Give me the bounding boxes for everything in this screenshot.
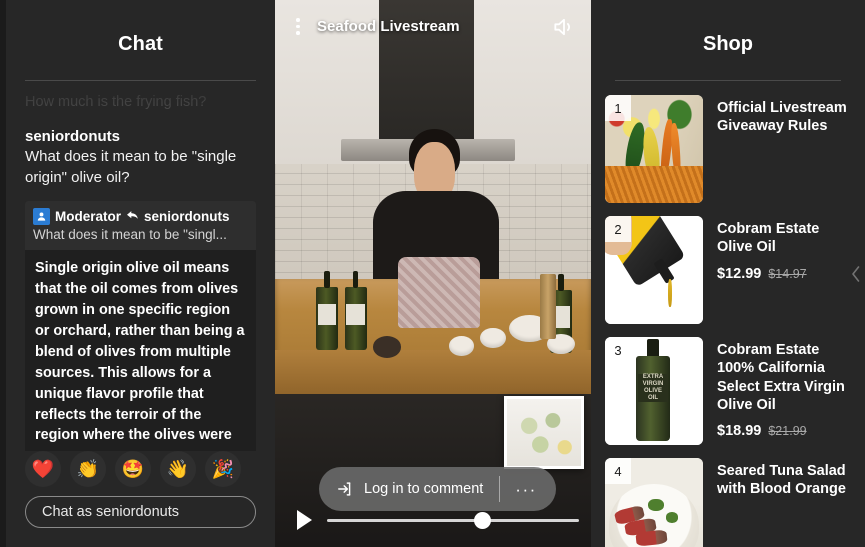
shop-item-info: Seared Tuna Salad with Blood Orange bbox=[717, 458, 851, 547]
livestream-shopping-app: Chat How much is the frying fish? senior… bbox=[0, 0, 865, 547]
reply-body-text: Single origin olive oil means that the o… bbox=[25, 250, 256, 452]
reply-arrow-icon bbox=[126, 210, 139, 223]
shop-item-number: 1 bbox=[605, 95, 631, 121]
chat-input[interactable] bbox=[25, 496, 256, 528]
shop-item-thumbnail: 3 EXTRA VIRGIN OLIVE OIL bbox=[605, 337, 703, 445]
bottle-label-text: EXTRA VIRGIN OLIVE OIL bbox=[638, 373, 668, 402]
shop-item-thumbnail: 1 FRESH bbox=[605, 95, 703, 203]
video-pip-thumbnail[interactable] bbox=[504, 396, 584, 469]
shop-item-info: Cobram Estate Olive Oil $12.99 $14.97 bbox=[717, 216, 851, 324]
shop-item-number: 2 bbox=[605, 216, 631, 242]
heart-eyes-reaction-icon[interactable]: 🤩 bbox=[115, 451, 151, 488]
login-icon bbox=[337, 480, 355, 498]
shop-item-price: $12.99 bbox=[717, 265, 762, 282]
moderator-reply-card: Moderator seniordonuts What does it mean… bbox=[25, 201, 256, 452]
video-title: Seafood Livestream bbox=[317, 18, 460, 35]
shop-item-name: Seared Tuna Salad with Blood Orange bbox=[717, 463, 846, 498]
shop-list-item[interactable]: 1 FRESH Official Livestream Giveaway Rul… bbox=[605, 95, 851, 203]
chevron-left-icon[interactable] bbox=[850, 264, 862, 284]
video-player[interactable]: Seafood Livestream Log in to comment ··· bbox=[275, 0, 591, 547]
reply-role-label: Moderator bbox=[55, 209, 122, 225]
shop-panel: Shop 1 FRESH Official Livestream Giveawa… bbox=[591, 0, 865, 547]
comment-button-label: Log in to comment bbox=[364, 481, 484, 497]
shop-item-price-row: $18.99 $21.99 bbox=[717, 423, 851, 439]
more-options-icon[interactable]: ··· bbox=[502, 481, 549, 498]
heart-reaction-icon[interactable]: ❤️ bbox=[25, 451, 61, 488]
shop-item-info: Cobram Estate 100% California Select Ext… bbox=[717, 337, 851, 445]
wave-reaction-icon[interactable]: 👋 bbox=[160, 451, 196, 488]
chat-panel: Chat How much is the frying fish? senior… bbox=[6, 0, 275, 547]
chat-message-text: What does it mean to be "single origin" … bbox=[25, 148, 237, 186]
shop-item-thumbnail: 4 bbox=[605, 458, 703, 547]
shop-list-item[interactable]: 3 EXTRA VIRGIN OLIVE OIL Cobram Estate 1… bbox=[605, 337, 851, 445]
shop-item-thumbnail: 2 bbox=[605, 216, 703, 324]
chat-panel-title: Chat bbox=[118, 33, 163, 55]
shop-panel-title: Shop bbox=[703, 33, 753, 55]
shop-list-item[interactable]: 2 Cobram Estate Olive Oil $12.99 $14.97 bbox=[605, 216, 851, 324]
shop-item-price-row: $12.99 $14.97 bbox=[717, 266, 851, 282]
shop-item-info: Official Livestream Giveaway Rules bbox=[717, 95, 851, 203]
play-icon[interactable] bbox=[297, 510, 312, 530]
shop-list-item[interactable]: 4 Seared Tuna Salad with Blood Orange bbox=[605, 458, 851, 547]
reply-quote-block: Moderator seniordonuts What does it mean… bbox=[25, 201, 256, 251]
chat-message: seniordonuts What does it mean to be "si… bbox=[25, 127, 256, 189]
shop-item-original-price: $21.99 bbox=[768, 424, 807, 439]
reply-quoted-snippet: What does it mean to be "singl... bbox=[33, 227, 227, 243]
pill-separator bbox=[499, 476, 501, 502]
log-in-to-comment-button[interactable]: Log in to comment ··· bbox=[319, 467, 556, 511]
video-top-bar: Seafood Livestream bbox=[275, 0, 591, 53]
shop-item-list: 1 FRESH Official Livestream Giveaway Rul… bbox=[591, 81, 865, 547]
shop-item-name: Cobram Estate 100% California Select Ext… bbox=[717, 342, 845, 413]
speaker-on-icon[interactable] bbox=[551, 14, 577, 40]
shop-item-number: 4 bbox=[605, 458, 631, 484]
reply-target-user: seniordonuts bbox=[144, 209, 230, 225]
chat-message-list[interactable]: How much is the frying fish? seniordonut… bbox=[6, 81, 275, 452]
chat-message-faded: How much is the frying fish? bbox=[25, 93, 207, 110]
video-progress-handle[interactable] bbox=[474, 512, 491, 529]
reply-header: Moderator seniordonuts bbox=[33, 208, 248, 226]
video-progress-bar[interactable] bbox=[327, 519, 579, 522]
shop-item-name: Cobram Estate Olive Oil bbox=[717, 221, 820, 256]
shop-item-original-price: $14.97 bbox=[768, 266, 807, 281]
party-popper-reaction-icon[interactable]: 🎉 bbox=[205, 451, 241, 488]
kebab-menu-icon[interactable] bbox=[289, 18, 307, 35]
shop-item-number: 3 bbox=[605, 337, 631, 363]
clap-reaction-icon[interactable]: 👏 bbox=[70, 451, 106, 488]
shop-item-price: $18.99 bbox=[717, 423, 762, 440]
reaction-bar: ❤️ 👏 🤩 👋 🎉 bbox=[6, 451, 275, 488]
fresh-tag: FRESH bbox=[671, 170, 701, 199]
moderator-person-icon bbox=[33, 208, 50, 226]
shop-item-name: Official Livestream Giveaway Rules bbox=[717, 100, 847, 135]
chat-message-author: seniordonuts bbox=[25, 127, 121, 145]
